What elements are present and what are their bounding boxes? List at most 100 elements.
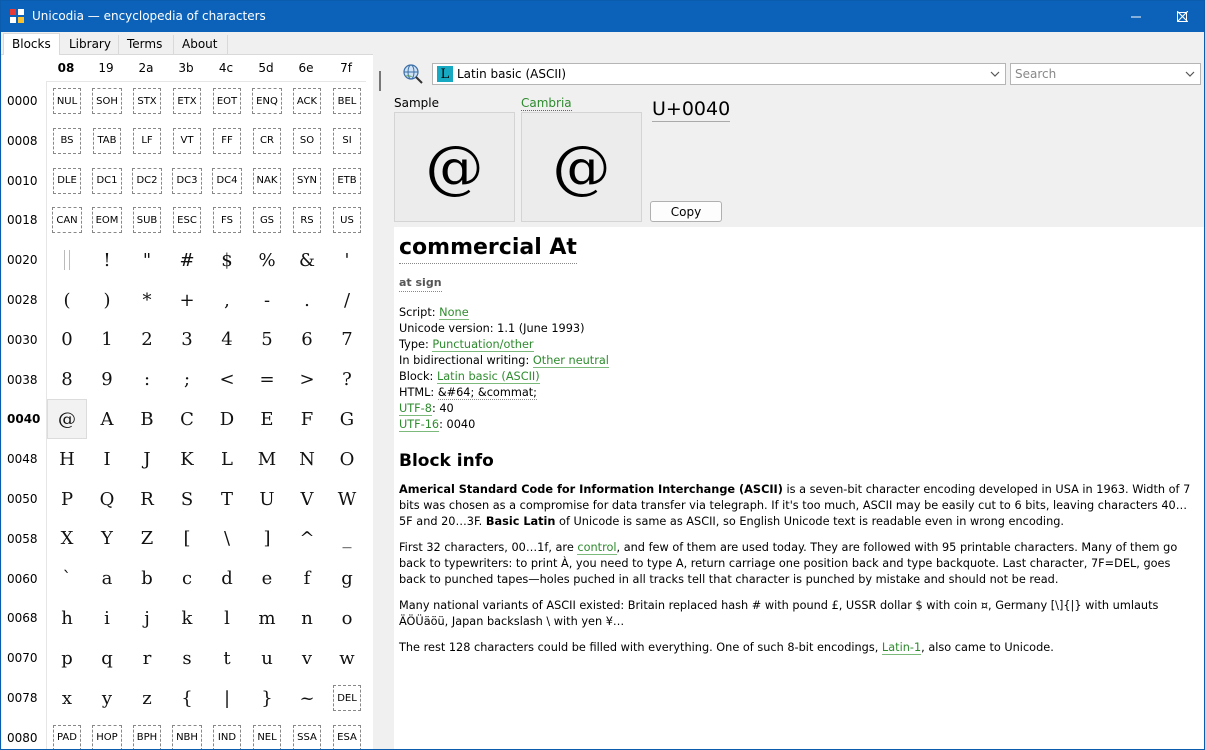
char-cell[interactable]: l	[207, 598, 247, 638]
tab-library[interactable]: Library	[61, 35, 119, 55]
char-cell[interactable]: DC2	[127, 161, 167, 201]
char-cell[interactable]: PAD	[47, 718, 87, 749]
char-cell[interactable]: ESA	[327, 718, 367, 749]
char-cell[interactable]: W	[327, 479, 367, 519]
char-cell[interactable]: V	[287, 479, 327, 519]
char-cell[interactable]: %	[247, 240, 287, 280]
char-cell[interactable]: ?	[327, 360, 367, 400]
char-cell[interactable]: FS	[207, 200, 247, 240]
code-point[interactable]: U+0040	[652, 98, 731, 122]
char-cell[interactable]: NEL	[247, 718, 287, 749]
char-cell[interactable]: SUB	[127, 200, 167, 240]
utf16-link[interactable]: UTF-16	[399, 418, 440, 432]
char-cell[interactable]: C	[167, 399, 207, 439]
char-cell[interactable]: q	[87, 638, 127, 678]
char-cell[interactable]: TAB	[87, 121, 127, 161]
search-combobox[interactable]: Search	[1010, 63, 1201, 85]
char-cell[interactable]: Y	[87, 519, 127, 559]
char-cell[interactable]: BEL	[327, 81, 367, 121]
char-cell[interactable]: y	[87, 678, 127, 718]
char-cell[interactable]: R	[127, 479, 167, 519]
char-cell[interactable]: HOP	[87, 718, 127, 749]
char-cell[interactable]: SSA	[287, 718, 327, 749]
font-name-link[interactable]: Cambria	[521, 96, 572, 111]
char-cell[interactable]: DC3	[167, 161, 207, 201]
char-cell[interactable]: (	[47, 280, 87, 320]
char-cell[interactable]: h	[47, 598, 87, 638]
char-cell[interactable]: EOT	[207, 81, 247, 121]
char-cell[interactable]: SI	[327, 121, 367, 161]
globe-search-button[interactable]	[402, 63, 424, 85]
char-cell[interactable]: F	[287, 399, 327, 439]
char-cell[interactable]: ESC	[167, 200, 207, 240]
char-cell[interactable]: Z	[127, 519, 167, 559]
char-cell[interactable]: Q	[87, 479, 127, 519]
char-cell[interactable]: .	[287, 280, 327, 320]
char-cell[interactable]: [	[167, 519, 207, 559]
control-link[interactable]: control	[577, 541, 617, 555]
char-cell[interactable]: g	[327, 559, 367, 599]
char-cell[interactable]: H	[47, 439, 87, 479]
char-cell[interactable]: \	[207, 519, 247, 559]
char-cell[interactable]: >	[287, 360, 327, 400]
char-cell[interactable]: {	[167, 678, 207, 718]
char-cell[interactable]: '	[327, 240, 367, 280]
char-cell[interactable]: 7	[327, 320, 367, 360]
char-cell[interactable]: p	[47, 638, 87, 678]
char-cell[interactable]: d	[207, 559, 247, 599]
char-cell[interactable]: m	[247, 598, 287, 638]
char-cell[interactable]: A	[87, 399, 127, 439]
tab-blocks[interactable]: Blocks	[3, 33, 60, 56]
char-cell[interactable]: P	[47, 479, 87, 519]
char-cell[interactable]: LF	[127, 121, 167, 161]
script-link[interactable]: None	[439, 306, 469, 320]
char-cell[interactable]: NBH	[167, 718, 207, 749]
char-cell[interactable]: !	[87, 240, 127, 280]
char-cell[interactable]: +	[167, 280, 207, 320]
utf8-link[interactable]: UTF-8	[399, 402, 432, 416]
char-cell[interactable]: /	[327, 280, 367, 320]
char-cell[interactable]: S	[167, 479, 207, 519]
char-cell[interactable]: X	[47, 519, 87, 559]
char-cell[interactable]: o	[327, 598, 367, 638]
char-cell[interactable]: c	[167, 559, 207, 599]
char-cell[interactable]: DLE	[47, 161, 87, 201]
char-cell[interactable]: w	[327, 638, 367, 678]
panel-splitter[interactable]	[373, 55, 381, 749]
char-cell[interactable]: ETB	[327, 161, 367, 201]
char-cell[interactable]: SYN	[287, 161, 327, 201]
char-cell[interactable]: SOH	[87, 81, 127, 121]
type-link[interactable]: Punctuation/other	[432, 338, 534, 352]
splitter-grip[interactable]	[379, 71, 381, 91]
char-cell[interactable]: D	[207, 399, 247, 439]
char-cell[interactable]: ETX	[167, 81, 207, 121]
char-cell[interactable]: O	[327, 439, 367, 479]
char-cell[interactable]: j	[127, 598, 167, 638]
char-cell[interactable]: L	[207, 439, 247, 479]
char-cell[interactable]: DEL	[327, 678, 367, 718]
char-cell[interactable]: 2	[127, 320, 167, 360]
block-link[interactable]: Latin basic (ASCII)	[436, 370, 540, 384]
copy-button[interactable]: Copy	[650, 201, 722, 222]
title-bar[interactable]: Unicodia — encyclopedia of characters	[1, 1, 1204, 32]
char-cell[interactable]: z	[127, 678, 167, 718]
char-cell[interactable]: f	[287, 559, 327, 599]
block-dropdown[interactable]: L Latin basic (ASCII)	[432, 63, 1006, 85]
char-cell[interactable]: _	[327, 519, 367, 559]
char-cell[interactable]: }	[247, 678, 287, 718]
char-cell[interactable]: BPH	[127, 718, 167, 749]
char-cell[interactable]	[47, 240, 87, 280]
char-cell[interactable]: 0	[47, 320, 87, 360]
char-cell[interactable]: E	[247, 399, 287, 439]
html-entity[interactable]: &#64; &commat;	[437, 386, 537, 400]
char-cell[interactable]: M	[247, 439, 287, 479]
char-cell[interactable]: ENQ	[247, 81, 287, 121]
close-button[interactable]	[1159, 1, 1205, 32]
char-cell[interactable]: x	[47, 678, 87, 718]
char-cell[interactable]: BS	[47, 121, 87, 161]
char-cell[interactable]: b	[127, 559, 167, 599]
char-cell[interactable]: FF	[207, 121, 247, 161]
char-cell[interactable]: 9	[87, 360, 127, 400]
char-cell[interactable]: <	[207, 360, 247, 400]
char-cell[interactable]: EOM	[87, 200, 127, 240]
